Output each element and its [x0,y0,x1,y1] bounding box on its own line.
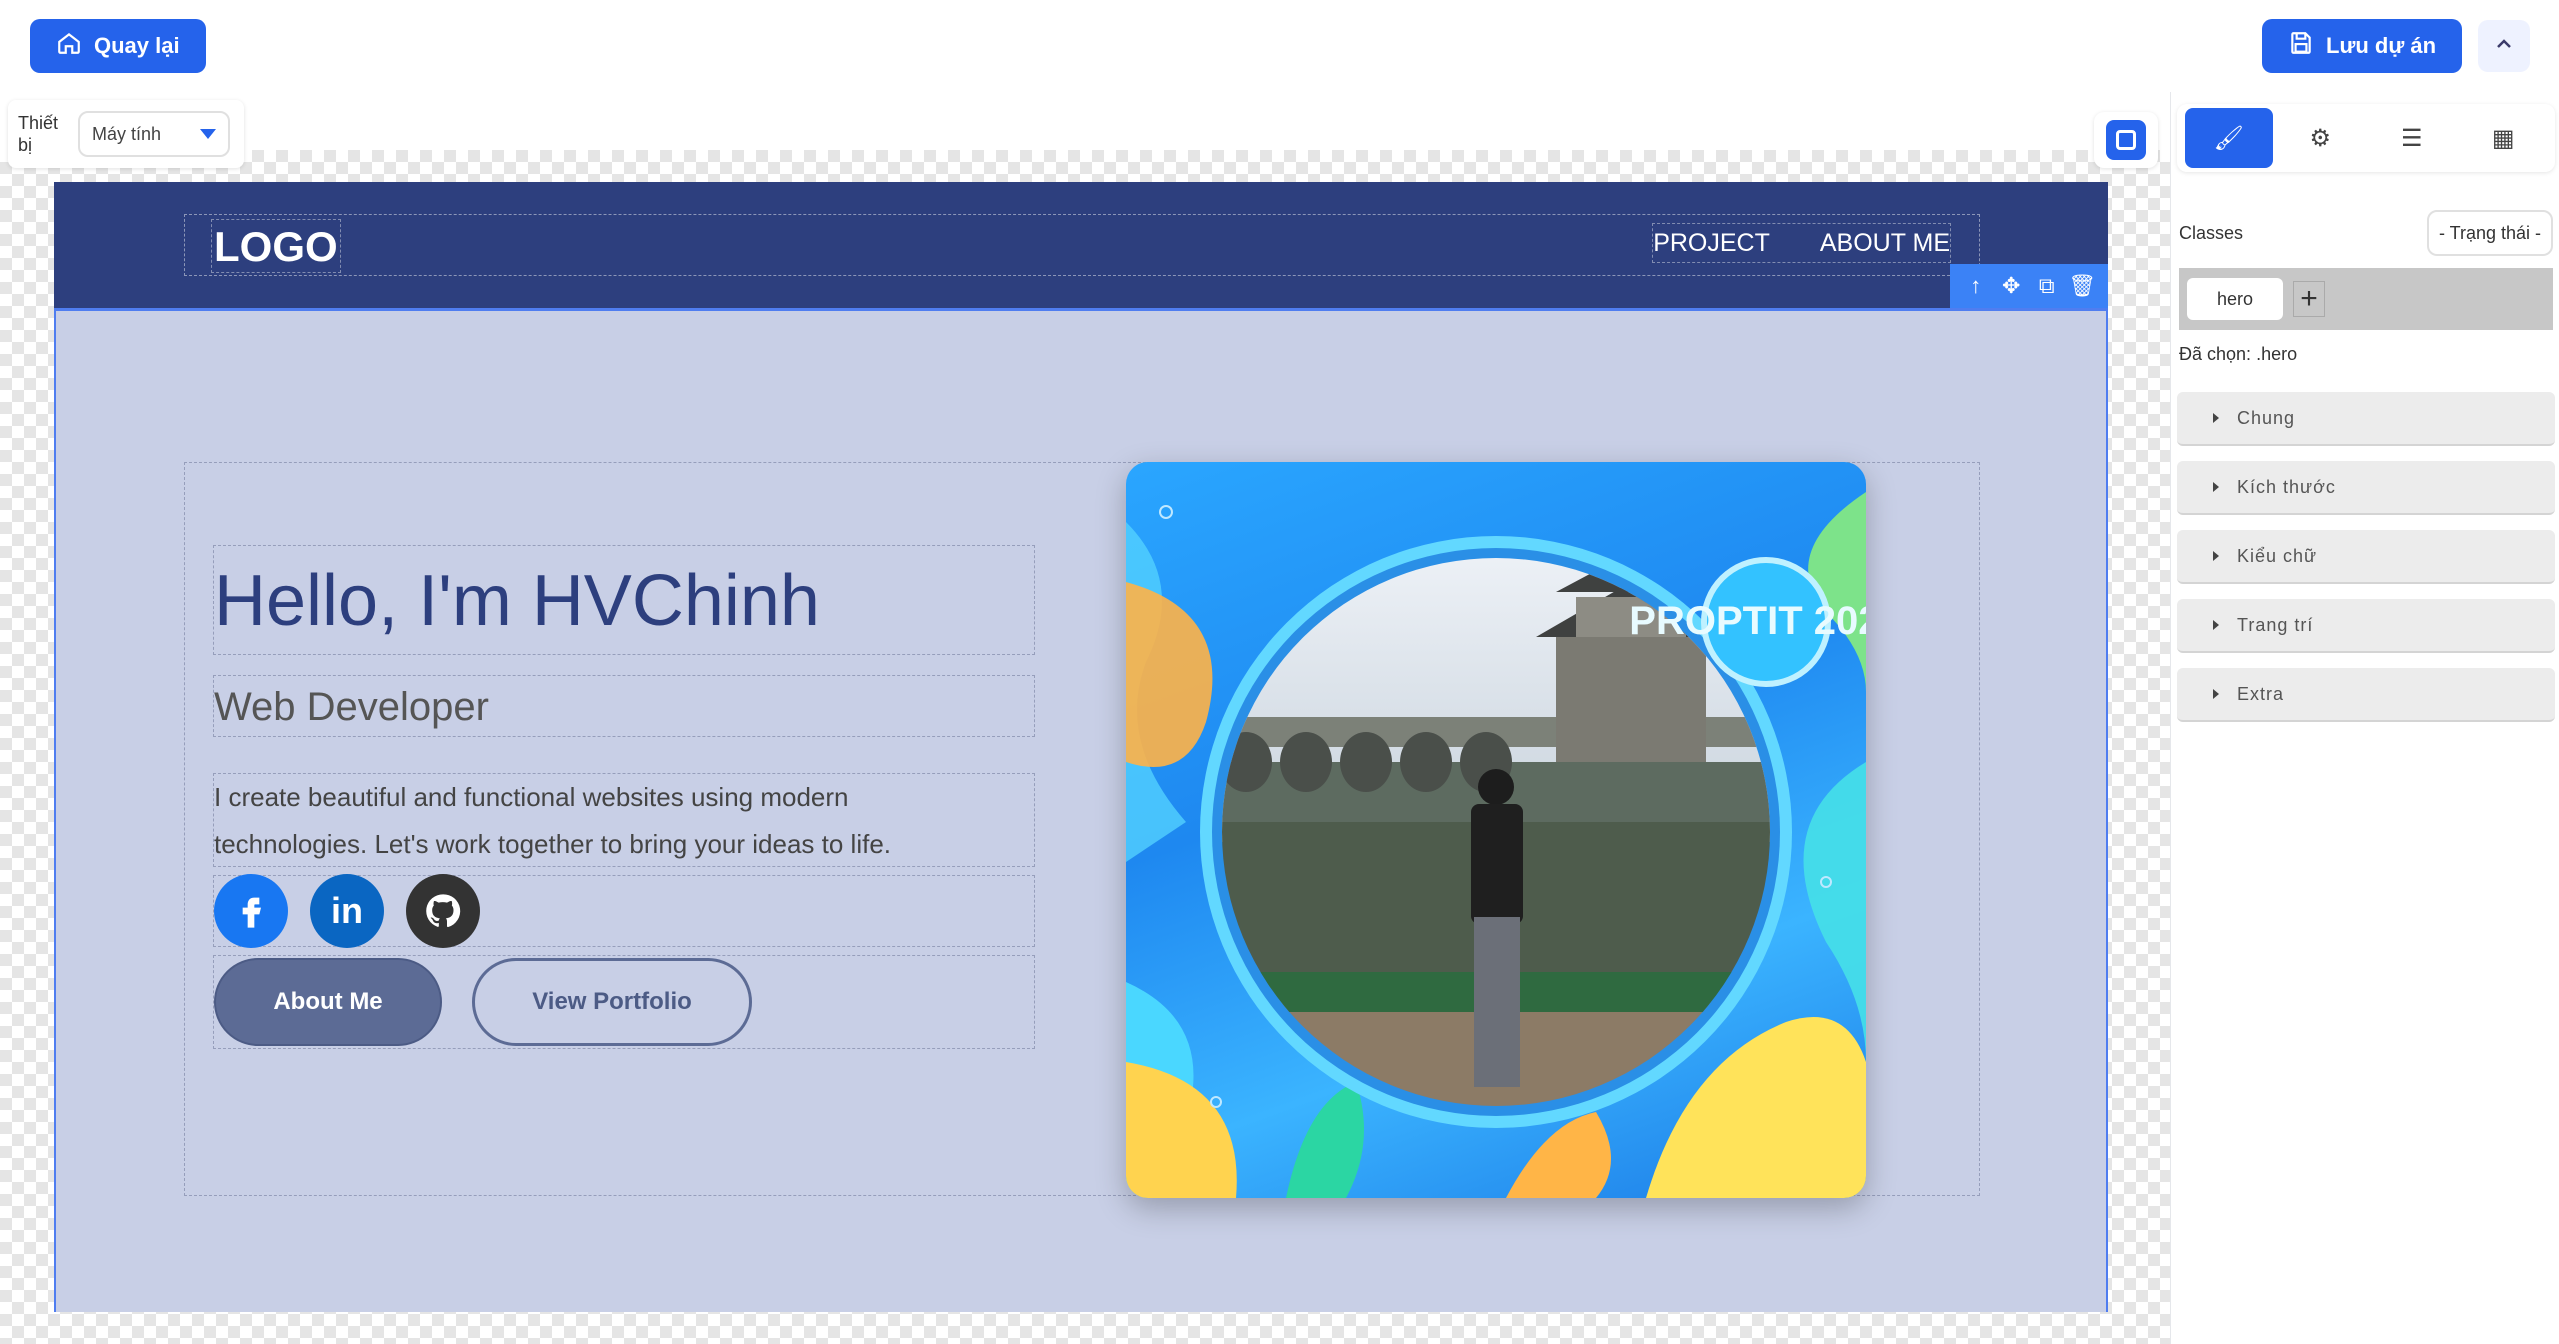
tab-layers[interactable]: ☰ [2368,108,2456,168]
save-button-label: Lưu dự án [2326,33,2437,58]
github-icon[interactable] [406,874,480,948]
section-general[interactable]: Chung [2177,392,2555,446]
hero-subtitle[interactable]: Web Developer [213,675,1035,737]
square-icon [2106,120,2146,160]
caret-right-icon [2213,620,2219,630]
site-logo[interactable]: LOGO [211,219,341,273]
nav-links[interactable]: PROJECT ABOUT ME [1652,223,1951,263]
caret-right-icon [2213,689,2219,699]
classes-row: Classes - Trạng thái - [2179,210,2553,256]
state-dropdown[interactable]: - Trạng thái - [2426,210,2553,256]
component-outline-toggle[interactable] [2094,112,2158,168]
caret-down-icon [200,129,216,139]
tab-blocks[interactable]: ▦ [2459,108,2547,168]
about-me-button[interactable]: About Me [214,958,442,1046]
style-panel: 🖌 ⚙ ☰ ▦ Classes - Trạng thái - hero + Đã… [2170,92,2559,1344]
hero-title[interactable]: Hello, I'm HVChinh [213,545,1035,655]
linkedin-icon[interactable]: in [310,874,384,948]
copy-icon[interactable]: ⧉ [2033,273,2061,299]
section-label: Chung [2237,407,2296,428]
top-bar: Quay lại Lưu dự án [0,0,2559,92]
add-class-button[interactable]: + [2293,281,2325,317]
tab-style[interactable]: 🖌 [2184,108,2273,168]
menu-icon: ☰ [2400,124,2423,152]
section-label: Trang trí [2237,614,2314,635]
section-decorations[interactable]: Trang trí [2177,599,2555,653]
section-dimension[interactable]: Kích thước [2177,461,2555,515]
grid-icon: ▦ [2491,124,2515,152]
view-portfolio-button[interactable]: View Portfolio [472,958,752,1046]
brush-icon: 🖌 [2213,124,2244,152]
nav-link-project[interactable]: PROJECT [1653,229,1770,258]
device-label: Thiết bị [18,113,59,155]
section-extra[interactable]: Extra [2177,668,2555,722]
selection-outline-right [2106,310,2108,1312]
panel-tabs: 🖌 ⚙ ☰ ▦ [2177,104,2555,172]
hero-description-line-2: technologies. Let's work together to bri… [214,829,892,859]
hero-description-line-1: I create beautiful and functional websit… [214,782,849,812]
trash-icon[interactable]: 🗑 [2068,273,2096,299]
save-icon [2288,30,2314,62]
selected-label: Đã chọn: [2179,344,2252,364]
hero-buttons[interactable]: About Me View Portfolio [213,955,1035,1049]
component-toolbar: ↑ ✥ ⧉ 🗑 [1950,264,2108,308]
class-tags: hero + [2179,268,2553,330]
gear-icon: ⚙ [2309,124,2331,152]
selected-value[interactable]: .hero [2256,344,2297,364]
class-tag-hero[interactable]: hero [2187,278,2283,320]
site-navbar[interactable]: LOGO PROJECT ABOUT ME [54,182,2108,310]
device-dropdown[interactable]: Máy tính [78,111,230,157]
nav-link-about[interactable]: ABOUT ME [1820,229,1950,258]
back-button-label: Quay lại [94,33,180,58]
caret-right-icon [2213,551,2219,561]
arrow-up-icon[interactable]: ↑ [1962,273,1990,299]
hero-text-column[interactable]: Hello, I'm HVChinh Web Developer I creat… [213,545,1035,1119]
classes-label: Classes [2179,222,2244,243]
save-project-button[interactable]: Lưu dự án [2262,19,2463,73]
collapse-button[interactable] [2478,20,2530,72]
back-button[interactable]: Quay lại [30,19,206,73]
selected-class-line: Đã chọn: .hero [2179,344,2297,365]
selection-outline-left [54,310,56,1312]
move-icon[interactable]: ✥ [1997,273,2025,299]
page-frame[interactable]: LOGO PROJECT ABOUT ME ↑ ✥ ⧉ 🗑 Hello, I'm… [54,182,2108,1312]
section-typography[interactable]: Kiểu chữ [2177,530,2555,584]
caret-right-icon [2213,413,2219,423]
device-value: Máy tính [92,123,162,144]
device-selector: Thiết bị Máy tính [8,100,244,168]
section-label: Extra [2237,683,2285,704]
tab-settings[interactable]: ⚙ [2276,108,2364,168]
hero-description[interactable]: I create beautiful and functional websit… [213,773,1035,867]
hero-image-illustration: PROPTIT 2025 [1126,492,1866,1198]
nav-container[interactable]: LOGO PROJECT ABOUT ME [184,214,1980,276]
social-links[interactable]: in [213,874,1035,948]
selection-outline [54,308,2108,311]
home-icon [56,30,82,62]
linkedin-icon-text: in [331,890,363,931]
chevron-up-icon [2492,32,2516,61]
section-label: Kiểu chữ [2237,545,2318,566]
hero-image[interactable]: PROPTIT 2025 [1126,462,1866,1198]
caret-right-icon [2213,482,2219,492]
image-badge-text: PROPTIT 2025 [1629,599,1866,643]
section-label: Kích thước [2237,476,2336,497]
facebook-icon[interactable] [214,874,288,948]
